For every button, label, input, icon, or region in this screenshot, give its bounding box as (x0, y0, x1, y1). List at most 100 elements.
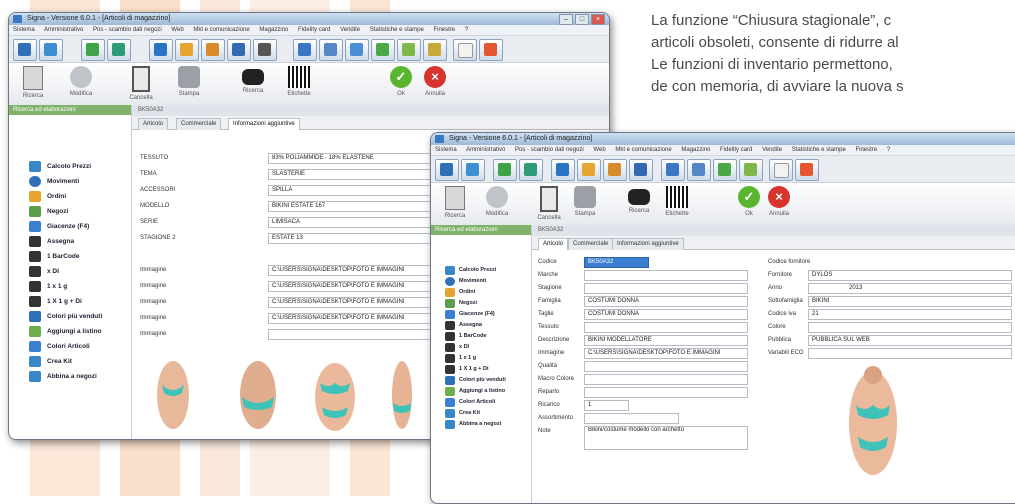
check-icon[interactable] (713, 159, 737, 181)
field-input[interactable] (808, 322, 1012, 333)
sidebar-item[interactable]: Colori Articoli (9, 339, 131, 354)
field-input[interactable]: COSTUMI DONNA (584, 296, 748, 307)
page-icon[interactable] (453, 39, 477, 61)
tab-informazioni-aggiuntive[interactable]: Informazioni aggiuntive (228, 118, 300, 130)
menu-item[interactable]: Statistiche e stampe (792, 147, 846, 153)
next-icon[interactable] (519, 159, 543, 181)
sidebar-item[interactable]: Giacenze (F4) (431, 309, 531, 320)
menu-item[interactable]: Magazzino (681, 147, 710, 153)
menu-item[interactable]: ? (465, 27, 468, 33)
sidebar-item[interactable]: Colori più venduti (431, 375, 531, 386)
home-icon[interactable] (13, 39, 37, 61)
tab-articolo[interactable]: Articolo (538, 238, 569, 250)
menu-item[interactable]: Web (171, 27, 183, 33)
page-icon[interactable] (769, 159, 793, 181)
field-input[interactable] (584, 413, 679, 424)
document-icon[interactable] (687, 159, 711, 181)
sidebar-item[interactable]: Abbina a negozi (431, 419, 531, 430)
users-icon[interactable] (345, 39, 369, 61)
chart-icon[interactable] (227, 39, 251, 61)
field-input[interactable] (584, 270, 748, 281)
field-input[interactable] (584, 361, 748, 372)
sidebar-item[interactable]: Movimenti (9, 174, 131, 189)
sidebar-item[interactable]: Aggiungi a listino (431, 386, 531, 397)
check-icon[interactable] (371, 39, 395, 61)
sidebar-item[interactable]: Colori Articoli (431, 397, 531, 408)
menu-item[interactable]: Finestre (855, 147, 877, 153)
sidebar-item[interactable]: 1 BarCode (9, 249, 131, 264)
binoculars-button[interactable]: Ricerca (231, 66, 275, 104)
box-icon[interactable] (577, 159, 601, 181)
menu-item[interactable]: Amministrativo (466, 147, 505, 153)
field-input[interactable] (584, 374, 748, 385)
chart-icon[interactable] (629, 159, 653, 181)
field-input[interactable]: Bikini/costume modello con archetto (584, 426, 748, 450)
tab-commerciale[interactable]: Commerciale (568, 238, 614, 250)
window-icon[interactable] (479, 39, 503, 61)
sidebar-item[interactable]: Crea Kit (431, 408, 531, 419)
field-input[interactable] (584, 283, 748, 294)
edit-button[interactable]: Modifica (475, 186, 519, 224)
sidebar-item[interactable]: Assegna (9, 234, 131, 249)
monitor-icon[interactable] (661, 159, 685, 181)
menu-item[interactable]: Mkt e comunicazione (615, 147, 671, 153)
menu-item[interactable]: Statistiche e stampe (370, 27, 424, 33)
sidebar-item[interactable]: Negozi (9, 204, 131, 219)
grid-icon[interactable] (253, 39, 277, 61)
gear-icon[interactable] (603, 159, 627, 181)
maximize-button[interactable]: □ (575, 14, 589, 25)
barcode-button[interactable]: Etichette (277, 66, 321, 104)
sidebar-item[interactable]: Ordini (9, 189, 131, 204)
minimize-button[interactable]: – (559, 14, 573, 25)
forward-icon[interactable] (493, 159, 517, 181)
next-icon[interactable] (107, 39, 131, 61)
field-input[interactable]: BIKINI (808, 296, 1012, 307)
sidebar-item[interactable]: x DI (9, 264, 131, 279)
sidebar-item[interactable]: Ordini (431, 287, 531, 298)
tab-articolo[interactable]: Articolo (138, 118, 169, 130)
sidebar-item[interactable]: 1 x 1 g (9, 279, 131, 294)
sidebar-item[interactable]: 1 X 1 g + Di (9, 294, 131, 309)
search-button[interactable]: Ricerca (433, 186, 477, 224)
menu-item[interactable]: Fidelity card (720, 147, 752, 153)
sidebar-item[interactable]: Movimenti (431, 276, 531, 287)
gear-icon[interactable] (201, 39, 225, 61)
menu-item[interactable]: Web (593, 147, 605, 153)
menu-item[interactable]: Vendite (762, 147, 782, 153)
home-icon[interactable] (435, 159, 459, 181)
delete-button[interactable]: Cancella (119, 66, 163, 104)
sidebar-item[interactable]: Calcolo Prezzi (9, 159, 131, 174)
folder-icon[interactable] (461, 159, 485, 181)
document-icon[interactable] (319, 39, 343, 61)
field-input[interactable]: 1 (584, 400, 629, 411)
field-input[interactable]: 21 (808, 309, 1012, 320)
print-button[interactable]: Stampa (563, 186, 607, 224)
menu-item[interactable]: Finestre (433, 27, 455, 33)
menu-item[interactable]: Sistema (13, 27, 35, 33)
printer-icon[interactable] (551, 159, 575, 181)
menu-item[interactable]: Sistema (435, 147, 457, 153)
field-input[interactable]: COSTUMI DONNA (584, 309, 748, 320)
tab-commerciale[interactable]: Commerciale (176, 118, 222, 130)
print-button[interactable]: Stampa (167, 66, 211, 104)
field-input[interactable] (584, 387, 748, 398)
cancel-button[interactable]: × Annulla (757, 186, 801, 224)
sidebar-item[interactable]: Calcolo Prezzi (431, 265, 531, 276)
field-input[interactable]: PUBBLICA SUL WEB (808, 335, 1012, 346)
field-input[interactable]: BIKINI MODELLATORE (584, 335, 748, 346)
field-input[interactable] (584, 322, 748, 333)
sidebar-item[interactable]: Colori più venduti (9, 309, 131, 324)
menu-item[interactable]: Mkt e comunicazione (193, 27, 249, 33)
printer-icon[interactable] (149, 39, 173, 61)
forward-icon[interactable] (81, 39, 105, 61)
window-icon[interactable] (795, 159, 819, 181)
menu-item[interactable]: Vendite (340, 27, 360, 33)
sidebar-item[interactable]: Assegna (431, 320, 531, 331)
sidebar-item[interactable]: 1 X 1 g + Di (431, 364, 531, 375)
arrow-icon[interactable] (423, 39, 447, 61)
field-input[interactable]: C:\USERS\SIGNA\DESKTOP\FOTO E IMMAGINI (584, 348, 748, 359)
sidebar-item[interactable]: Negozi (431, 298, 531, 309)
sidebar-item[interactable]: 1 BarCode (431, 331, 531, 342)
field-input[interactable]: BK50A32 (584, 257, 649, 268)
sidebar-item[interactable]: Abbina a negozi (9, 369, 131, 384)
